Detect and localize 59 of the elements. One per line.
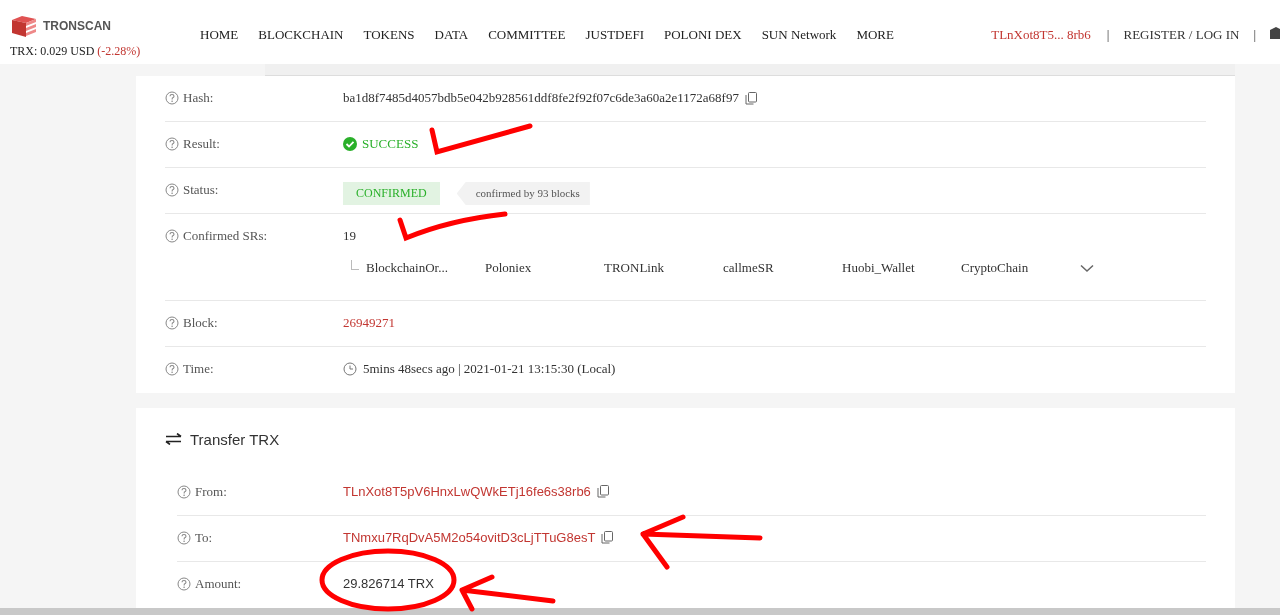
sr-name[interactable]: Huobi_Wallet — [842, 260, 961, 276]
copy-icon[interactable] — [596, 485, 609, 498]
copy-icon[interactable] — [601, 531, 614, 544]
help-icon — [177, 577, 191, 591]
sr-name[interactable]: BlockchainOr... — [366, 260, 485, 276]
help-icon — [177, 531, 191, 545]
address-link[interactable]: TNmxu7RqDvA5M2o54ovitD3cLjTTuG8esT — [343, 530, 596, 545]
copy-icon[interactable] — [744, 91, 757, 105]
confirmed-sr-count: 19 — [343, 228, 356, 244]
help-icon — [165, 362, 179, 376]
nav-link[interactable]: COMMITTEE — [488, 27, 566, 43]
section-title: Transfer TRX — [190, 430, 280, 448]
status-badge: CONFIRMED — [343, 182, 440, 205]
nav-link[interactable]: BLOCKCHAIN — [258, 27, 344, 43]
nav-link[interactable]: DATA — [434, 27, 469, 43]
field-label: Status: — [183, 182, 219, 198]
help-icon — [165, 137, 179, 151]
price-ticker: TRX: 0.029 USD (-2.28%) — [10, 44, 142, 59]
nav-link[interactable]: MORE — [856, 27, 894, 43]
field-label: Result: — [183, 136, 220, 152]
nav-link[interactable]: SUN Network — [761, 27, 837, 43]
clock-icon — [343, 362, 357, 376]
address-link[interactable]: TLnXot8T5pV6HnxLwQWkETj16fe6s38rb6 — [343, 484, 591, 499]
sr-name[interactable]: callmeSR — [723, 260, 842, 276]
field-label: To: — [195, 530, 213, 546]
cube-logo-icon[interactable] — [10, 14, 38, 38]
field-label: Hash: — [183, 90, 214, 106]
field-label: Confirmed SRs: — [183, 228, 268, 244]
logo-text: TRONSCAN — [43, 19, 111, 33]
block-link[interactable]: 26949271 — [343, 315, 395, 331]
sr-name[interactable]: Poloniex — [485, 260, 604, 276]
nav-link[interactable]: TOKENS — [363, 27, 415, 43]
help-icon — [165, 229, 179, 243]
amount-value: 29.826714 TRX — [343, 576, 434, 591]
nav-link[interactable]: JUSTDEFI — [585, 27, 644, 43]
result-status: SUCCESS — [362, 136, 419, 152]
timestamp: 5mins 48secs ago | 2021-01-21 13:15:30 (Local) — [363, 361, 616, 377]
register-login-link[interactable]: REGISTER / LOG IN — [1123, 27, 1240, 43]
sr-name[interactable]: TRONLink — [604, 260, 723, 276]
success-check-icon — [343, 137, 357, 151]
sr-name[interactable]: CryptoChain — [961, 260, 1080, 276]
separator: | — [1253, 27, 1256, 43]
horizontal-scrollbar[interactable] — [0, 608, 1280, 615]
field-label: Amount: — [195, 576, 242, 592]
help-icon — [165, 183, 179, 197]
help-icon — [177, 485, 191, 499]
transfer-arrows-icon — [165, 433, 182, 445]
field-label: From: — [195, 484, 227, 500]
confirmation-tooltip: confirmed by 93 blocks — [456, 182, 590, 205]
nav-link[interactable]: HOME — [200, 27, 239, 43]
help-icon — [165, 91, 179, 105]
field-label: Time: — [183, 361, 214, 377]
expand-chevron-icon[interactable] — [1080, 263, 1094, 273]
field-label: Block: — [183, 315, 218, 331]
separator: | — [1106, 27, 1110, 43]
account-link[interactable]: TLnXot8T5... 8rb6 — [991, 27, 1091, 43]
hash-value: ba1d8f7485d4057bdb5e042b928561ddf8fe2f92f07c6de3a60a2e1172a68f97 — [343, 90, 739, 106]
help-icon — [165, 316, 179, 330]
nav-link[interactable]: POLONI DEX — [664, 27, 742, 43]
